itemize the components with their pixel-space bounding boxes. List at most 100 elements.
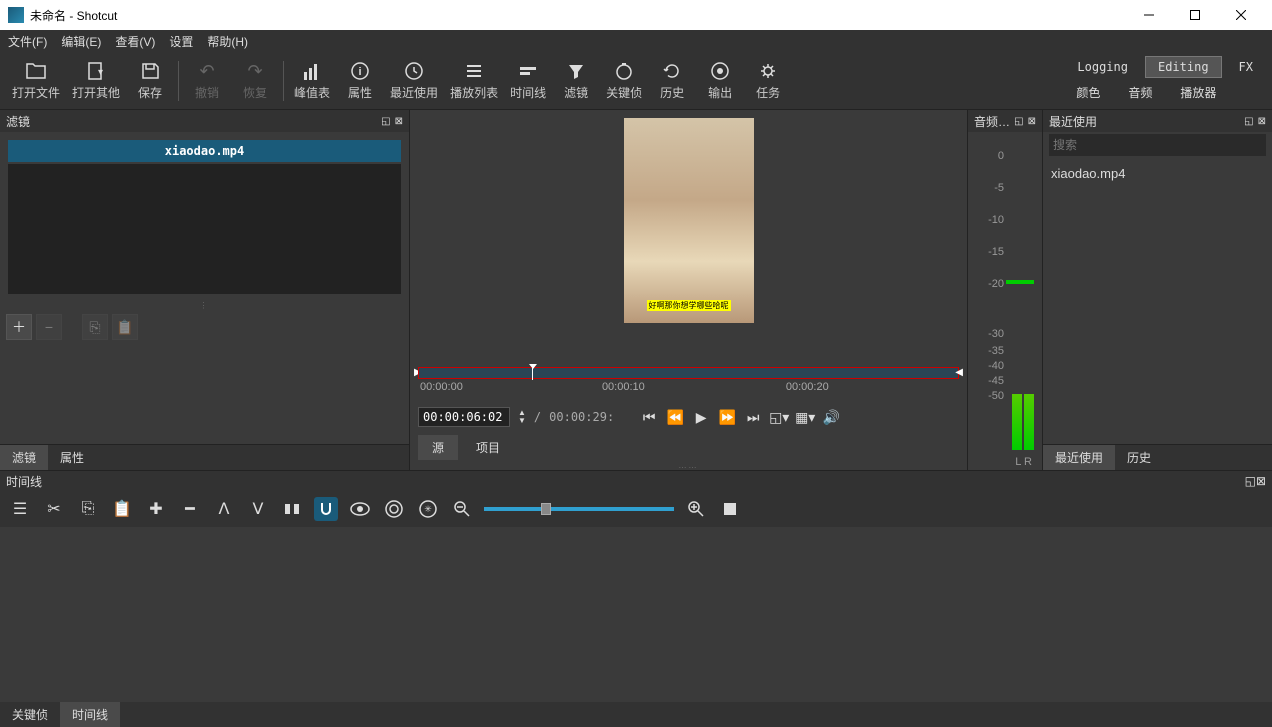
timeline-menu-button[interactable]: ☰ [8, 497, 32, 521]
remove-filter-button[interactable]: − [36, 314, 62, 340]
split-button[interactable] [280, 497, 304, 521]
menu-help[interactable]: 帮助(H) [207, 33, 248, 50]
redo-icon: ↷ [247, 60, 262, 82]
svg-text:i: i [359, 66, 362, 78]
tab-keyframes[interactable]: 关键侦 [0, 702, 60, 727]
minimize-button[interactable] [1126, 0, 1172, 30]
paste-filter-button[interactable]: 📋 [112, 314, 138, 340]
copy-filter-button[interactable]: ⎘ [82, 314, 108, 340]
menu-edit[interactable]: 编辑(E) [61, 33, 101, 50]
open-file-button[interactable]: 打开文件 [6, 56, 66, 105]
history-icon [663, 60, 681, 82]
peak-meter-button[interactable]: 峰值表 [288, 56, 336, 105]
filters-button[interactable]: 滤镜 [552, 56, 600, 105]
keyframes-button[interactable]: 关键侦 [600, 56, 648, 105]
logging-mode-button[interactable]: Logging [1064, 56, 1141, 78]
video-preview[interactable] [410, 110, 967, 367]
timeline-section: 时间线 ◱⊠ ☰ ✂ ⎘ 📋 ✚ ━ ᐱ ᐯ ✳ [0, 470, 1272, 727]
scrub-audio-button[interactable] [348, 497, 372, 521]
undo-button[interactable]: ↶ 撤销 [183, 56, 231, 105]
play-button[interactable]: ▶ [692, 408, 710, 426]
close-panel-icon[interactable]: ⊠ [395, 116, 403, 127]
window-title: 未命名 - Shotcut [30, 7, 1126, 24]
clock-icon [405, 60, 423, 82]
jobs-button[interactable]: 任务 [744, 56, 792, 105]
playlist-button[interactable]: 播放列表 [444, 56, 504, 105]
redo-button[interactable]: ↷ 恢复 [231, 56, 279, 105]
recent-item[interactable]: xiaodao.mp4 [1051, 164, 1264, 183]
tc-down-icon[interactable]: ▼ [518, 417, 526, 425]
history-button[interactable]: 历史 [648, 56, 696, 105]
lift-button[interactable]: ᐱ [212, 497, 236, 521]
add-filter-button[interactable]: ＋ [6, 314, 32, 340]
close-button[interactable] [1218, 0, 1264, 30]
remove-button[interactable]: ━ [178, 497, 202, 521]
time-ruler[interactable]: 00:00:00 00:00:10 00:00:20 [418, 381, 959, 403]
zoom-in-button[interactable] [684, 497, 708, 521]
audio-link[interactable]: 音频 [1116, 80, 1164, 105]
menubar: 文件(F) 编辑(E) 查看(V) 设置 帮助(H) [0, 30, 1272, 52]
undock-icon[interactable]: ◱ [1244, 116, 1253, 127]
undock-icon[interactable]: ◱ [381, 116, 390, 127]
append-button[interactable]: ✚ [144, 497, 168, 521]
zoom-dropdown[interactable]: ◱▾ [770, 408, 788, 426]
timeline-button[interactable]: 时间线 [504, 56, 552, 105]
close-panel-icon[interactable]: ⊠ [1256, 474, 1266, 488]
save-button[interactable]: 保存 [126, 56, 174, 105]
menu-file[interactable]: 文件(F) [8, 33, 47, 50]
playhead[interactable] [532, 368, 533, 380]
gear-icon [759, 60, 777, 82]
timeline-tracks-area[interactable] [0, 527, 1272, 702]
zoom-fit-button[interactable] [718, 497, 742, 521]
zoom-out-button[interactable] [450, 497, 474, 521]
rewind-button[interactable]: ⏪ [666, 408, 684, 426]
editing-mode-button[interactable]: Editing [1145, 56, 1222, 78]
undock-icon[interactable]: ◱ [1245, 474, 1256, 488]
copy-button[interactable]: ⎘ [76, 497, 100, 521]
ripple-all-button[interactable]: ✳ [416, 497, 440, 521]
menu-settings[interactable]: 设置 [169, 33, 193, 50]
meter-bar-right [1024, 394, 1034, 450]
tab-filters[interactable]: 滤镜 [0, 445, 48, 470]
skip-end-button[interactable]: ⏭ [744, 408, 762, 426]
fast-forward-button[interactable]: ⏩ [718, 408, 736, 426]
main-toolbar: 打开文件 ▾ 打开其他 保存 ↶ 撤销 ↷ 恢复 峰值表 i 属性 [0, 52, 1272, 110]
undock-icon[interactable]: ◱ [1014, 116, 1023, 127]
scrubber[interactable] [418, 367, 959, 379]
undo-icon: ↶ [199, 60, 214, 82]
ripple-button[interactable] [382, 497, 406, 521]
tab-properties[interactable]: 属性 [48, 445, 96, 470]
fx-mode-button[interactable]: FX [1226, 56, 1266, 78]
clip-item[interactable]: xiaodao.mp4 [8, 140, 401, 162]
export-button[interactable]: 输出 [696, 56, 744, 105]
tab-recent[interactable]: 最近使用 [1043, 445, 1115, 470]
paste-button[interactable]: 📋 [110, 497, 134, 521]
snap-button[interactable] [314, 497, 338, 521]
current-timecode-input[interactable] [418, 407, 510, 427]
properties-button[interactable]: i 属性 [336, 56, 384, 105]
menu-view[interactable]: 查看(V) [115, 33, 155, 50]
tab-timeline[interactable]: 时间线 [60, 702, 120, 727]
out-marker-icon[interactable]: ◀ [955, 367, 963, 378]
zoom-slider-thumb[interactable] [541, 503, 551, 515]
recent-button[interactable]: 最近使用 [384, 56, 444, 105]
player-link[interactable]: 播放器 [1168, 80, 1228, 105]
maximize-button[interactable] [1172, 0, 1218, 30]
color-link[interactable]: 颜色 [1064, 80, 1112, 105]
tab-history[interactable]: 历史 [1115, 445, 1163, 470]
overwrite-button[interactable]: ᐯ [246, 497, 270, 521]
cut-button[interactable]: ✂ [42, 497, 66, 521]
meter-panel-title: 音频… [974, 113, 1010, 130]
separator [283, 61, 284, 101]
volume-button[interactable]: 🔊 [822, 408, 840, 426]
open-other-button[interactable]: ▾ 打开其他 [66, 56, 126, 105]
skip-start-button[interactable]: ⏮ [640, 408, 658, 426]
recent-search-input[interactable] [1049, 134, 1266, 156]
close-panel-icon[interactable]: ⊠ [1258, 116, 1266, 127]
grid-dropdown[interactable]: ▦▾ [796, 408, 814, 426]
tab-project[interactable]: 项目 [462, 435, 514, 460]
close-panel-icon[interactable]: ⊠ [1028, 116, 1036, 127]
timeline-panel-title: 时间线 [6, 473, 42, 490]
tab-source[interactable]: 源 [418, 435, 458, 460]
zoom-slider[interactable] [484, 507, 674, 511]
